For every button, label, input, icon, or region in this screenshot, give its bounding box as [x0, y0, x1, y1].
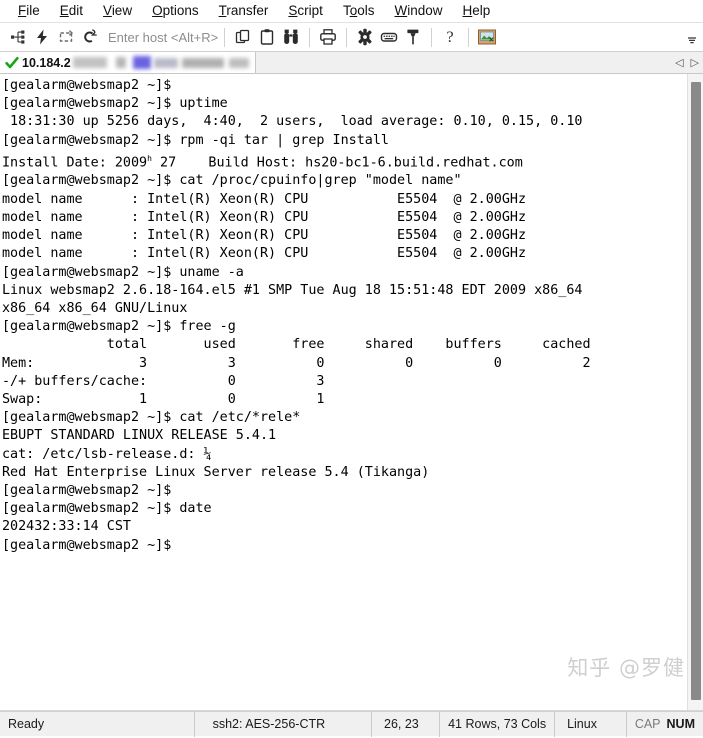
- tab-next-button[interactable]: ▷: [691, 56, 699, 69]
- help-icon[interactable]: ?: [438, 25, 462, 49]
- menu-bar: File Edit View Options Transfer Script T…: [0, 0, 703, 23]
- terminal-line: [gealarm@websmap2 ~]$: [2, 78, 172, 93]
- terminal-line: Mem: 3 3 0 0 0 2: [2, 355, 591, 371]
- terminal-line: [gealarm@websmap2 ~]$ date: [2, 501, 212, 517]
- terminal-line: [gealarm@websmap2 ~]$ uname -a: [2, 264, 244, 280]
- scrollbar-thumb[interactable]: [691, 82, 701, 700]
- tab-prev-button[interactable]: ◁: [675, 56, 683, 69]
- terminal-line: [gealarm@websmap2 ~]$ rpm -qi tar | grep…: [2, 132, 389, 148]
- terminal-line: Linux websmap2 2.6.18-164.el5 #1 SMP Tue…: [2, 282, 583, 298]
- session-tab-label: 10.184.2: [22, 55, 71, 70]
- toolbar-divider-4: [431, 27, 433, 47]
- terminal-line: model name : Intel(R) Xeon(R) CPU E5504 …: [2, 191, 527, 207]
- redacted-block: [115, 57, 126, 68]
- terminal-line: [gealarm@websmap2 ~]$ cat /proc/cpuinfo|…: [2, 173, 462, 189]
- menu-item-tools[interactable]: Tools: [333, 0, 385, 22]
- terminal-line: -/+ buffers/cache: 0 3: [2, 373, 325, 389]
- session-tab[interactable]: 10.184.2: [0, 52, 256, 73]
- menu-item-options[interactable]: Options: [142, 0, 209, 22]
- terminal-line: model name : Intel(R) Xeon(R) CPU E5504 …: [2, 246, 527, 262]
- status-num-lock: NUM: [666, 717, 695, 731]
- keyboard-icon[interactable]: [377, 25, 401, 49]
- terminal-line: Red Hat Enterprise Linux Server release …: [2, 464, 430, 480]
- find-icon[interactable]: [279, 25, 303, 49]
- session-manager-icon[interactable]: [475, 25, 499, 49]
- terminal-area: [gealarm@websmap2 ~]$ [gealarm@websmap2 ~…: [0, 74, 703, 711]
- menu-item-view[interactable]: View: [93, 0, 142, 22]
- status-cursor-position: 26, 23: [384, 717, 419, 731]
- toolbar-divider-3: [346, 27, 348, 47]
- status-emulation: Linux: [567, 717, 597, 731]
- terminal-line: EBUPT STANDARD LINUX RELEASE 5.4.1: [2, 428, 277, 444]
- host-input[interactable]: Enter host <Alt+R>: [108, 30, 218, 45]
- terminal-line: model name : Intel(R) Xeon(R) CPU E5504 …: [2, 209, 527, 225]
- terminal-line: Swap: 1 0 1: [2, 391, 325, 407]
- terminal-line: [gealarm@websmap2 ~]$ free -g: [2, 319, 236, 335]
- redacted-block: [181, 57, 224, 68]
- redacted-block: [132, 56, 151, 69]
- terminal-line: [gealarm@websmap2 ~]$ cat /etc/*rele*: [2, 410, 301, 426]
- toolbar-divider-5: [468, 27, 470, 47]
- svg-text:?: ?: [447, 29, 454, 46]
- menu-item-window[interactable]: Window: [384, 0, 452, 22]
- connect-icon[interactable]: [6, 25, 30, 49]
- menu-item-transfer[interactable]: Transfer: [209, 0, 279, 22]
- toolbar: Enter host <Alt+R> ?: [0, 23, 703, 52]
- settings-gear-icon[interactable]: [353, 25, 377, 49]
- disconnect-icon[interactable]: [78, 25, 102, 49]
- copy-icon[interactable]: [231, 25, 255, 49]
- redacted-block: [153, 57, 178, 68]
- terminal-line: [gealarm@websmap2 ~]$: [2, 537, 172, 553]
- green-check-icon: [5, 56, 19, 70]
- key-icon[interactable]: [401, 25, 425, 49]
- print-icon[interactable]: [316, 25, 340, 49]
- superscript-glyph: h: [147, 153, 152, 163]
- status-bar: Ready ssh2: AES-256-CTR 26, 23 41 Rows, …: [0, 711, 703, 737]
- terminal-line: 202432:33:14 CST: [2, 519, 131, 535]
- chevron-down-icon[interactable]: [686, 25, 698, 49]
- menu-item-script[interactable]: Script: [278, 0, 333, 22]
- menu-item-file-label: ile: [26, 3, 40, 18]
- status-cipher: ssh2: AES-256-CTR: [212, 717, 326, 731]
- terminal-line: x86_64 x86_64 GNU/Linux: [2, 300, 188, 316]
- reconnect-icon[interactable]: [54, 25, 78, 49]
- terminal-line: Install Date: 2009h 27 Build Host: hs20-…: [2, 153, 523, 171]
- terminal-line: model name : Intel(R) Xeon(R) CPU E5504 …: [2, 228, 527, 244]
- menu-item-file[interactable]: File: [8, 0, 50, 22]
- status-caps-lock: CAP: [634, 717, 661, 731]
- menu-item-edit[interactable]: Edit: [50, 0, 93, 22]
- paste-icon[interactable]: [255, 25, 279, 49]
- status-ready: Ready: [8, 717, 45, 731]
- terminal-output[interactable]: [gealarm@websmap2 ~]$ [gealarm@websmap2 ~…: [0, 74, 687, 710]
- toolbar-divider-1: [224, 27, 226, 47]
- toolbar-divider-2: [309, 27, 311, 47]
- tab-nav: ◁ ▷: [675, 52, 703, 73]
- redacted-block: [228, 57, 249, 68]
- quick-connect-icon[interactable]: [30, 25, 54, 49]
- terminal-line: total used free shared buffers cached: [2, 337, 591, 353]
- terminal-line: [gealarm@websmap2 ~]$: [2, 482, 172, 498]
- redacted-block: [72, 57, 107, 68]
- tab-bar: 10.184.2 ◁ ▷: [0, 52, 703, 74]
- terminal-line: [gealarm@websmap2 ~]$ uptime: [2, 96, 228, 112]
- menu-item-help[interactable]: Help: [453, 0, 501, 22]
- terminal-line: 18:31:30 up 5256 days, 4:40, 2 users, lo…: [2, 114, 583, 130]
- terminal-line: cat: /etc/lsb-release.d: ¼: [2, 446, 212, 462]
- status-terminal-size: 41 Rows, 73 Cols: [448, 717, 547, 731]
- terminal-scrollbar[interactable]: [687, 74, 703, 710]
